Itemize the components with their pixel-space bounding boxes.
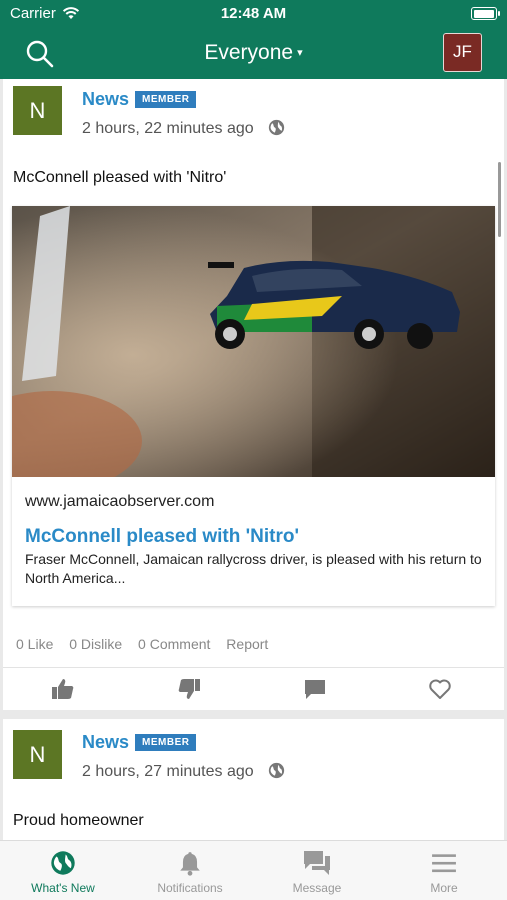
- tab-more[interactable]: More: [381, 841, 507, 900]
- news-feed[interactable]: N News MEMBER 2 hours, 22 minutes ago McC…: [0, 79, 507, 840]
- poster-name-label: News: [82, 89, 130, 109]
- poster-name-label: News: [82, 732, 130, 752]
- globe-icon: [51, 851, 75, 875]
- poster-name[interactable]: News MEMBER: [82, 89, 197, 110]
- member-badge: MEMBER: [135, 91, 197, 108]
- tab-label: Message: [292, 881, 342, 895]
- preview-image[interactable]: [12, 206, 495, 477]
- poster-name[interactable]: News MEMBER: [82, 732, 197, 753]
- tab-message[interactable]: Message: [254, 841, 380, 900]
- dislike-count[interactable]: 0 Dislike: [69, 636, 122, 652]
- post-stats: 0 Like 0 Dislike 0 Comment Report: [16, 636, 280, 652]
- user-avatar[interactable]: JF: [443, 33, 482, 72]
- status-bar: Carrier 12:48 AM: [0, 0, 507, 28]
- tab-label: What's New: [31, 881, 95, 895]
- member-badge: MEMBER: [135, 734, 197, 751]
- tab-notifications[interactable]: Notifications: [127, 841, 253, 900]
- post-time-label: 2 hours, 27 minutes ago: [82, 763, 254, 780]
- thumbs-down-icon[interactable]: [177, 678, 201, 700]
- clock: 12:48 AM: [220, 5, 287, 22]
- post-time-label: 2 hours, 22 minutes ago: [82, 120, 254, 137]
- poster-avatar[interactable]: N: [13, 86, 62, 135]
- feed-post: N News MEMBER 2 hours, 22 minutes ago McC…: [3, 79, 504, 710]
- thumbs-up-icon[interactable]: [51, 678, 75, 700]
- feed-filter-dropdown[interactable]: Everyone ▾: [0, 41, 507, 65]
- feed-scrollbar[interactable]: [498, 162, 501, 237]
- menu-icon: [432, 854, 456, 873]
- bottom-tab-bar: What's New Notifications Message More: [0, 840, 507, 900]
- caret-down-icon: ▾: [297, 47, 303, 59]
- link-preview-card[interactable]: www.jamaicaobserver.com McConnell please…: [12, 206, 495, 606]
- poster-avatar[interactable]: N: [13, 730, 62, 779]
- link-description: Fraser McConnell, Jamaican rallycross dr…: [25, 551, 482, 586]
- tab-label: More: [430, 881, 458, 895]
- report-link[interactable]: Report: [226, 636, 268, 652]
- post-text: Proud homeowner: [13, 812, 144, 829]
- link-domain: www.jamaicaobserver.com: [25, 493, 215, 510]
- chat-icon: [304, 851, 330, 875]
- bell-icon: [180, 852, 200, 876]
- post-actions: [3, 668, 504, 710]
- feed-post: N News MEMBER 2 hours, 27 minutes ago Pro…: [3, 719, 504, 840]
- like-count[interactable]: 0 Like: [16, 636, 53, 652]
- battery-icon: [471, 7, 500, 20]
- link-title[interactable]: McConnell pleased with 'Nitro': [25, 526, 299, 548]
- tab-label: Notifications: [157, 881, 223, 895]
- post-timestamp: 2 hours, 27 minutes ago: [82, 762, 285, 781]
- tab-whats-new[interactable]: What's New: [0, 841, 126, 900]
- post-text: McConnell pleased with 'Nitro': [13, 169, 227, 186]
- comment-count[interactable]: 0 Comment: [138, 636, 210, 652]
- heart-icon[interactable]: [428, 678, 452, 700]
- feed-filter-label: Everyone: [204, 41, 294, 64]
- top-nav-bar: Everyone ▾ JF: [0, 28, 507, 79]
- public-globe-icon: [268, 119, 285, 136]
- comment-icon[interactable]: [303, 678, 327, 700]
- public-globe-icon: [268, 762, 285, 779]
- post-timestamp: 2 hours, 22 minutes ago: [82, 119, 285, 138]
